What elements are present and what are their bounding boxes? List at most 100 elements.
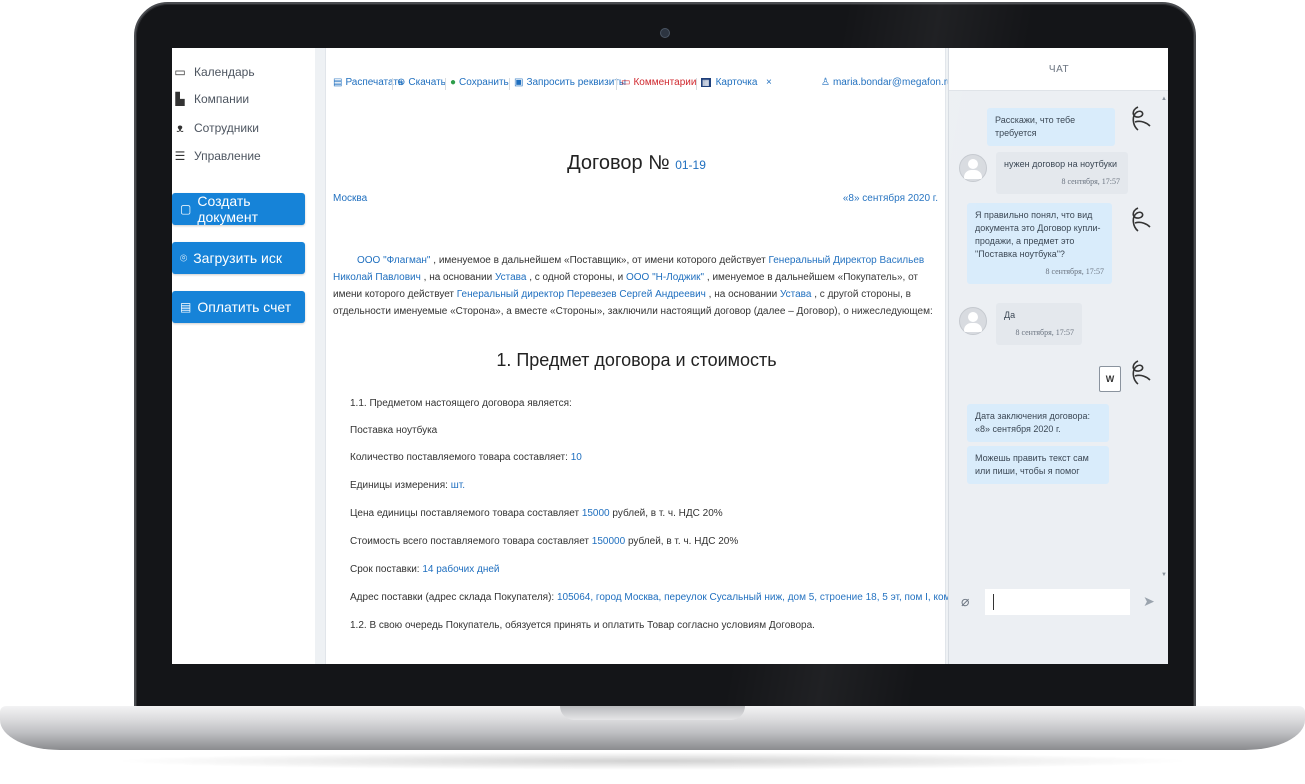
sidebar: ▭ Календарь ▙ Компании ᴥ Сотрудники ☰ Уп… [172, 48, 315, 664]
user-account[interactable]: ♙ maria.bondar@megafon.ru [821, 77, 953, 88]
toolbar-divider [616, 78, 617, 90]
create-document-button[interactable]: ▢ Создать документ [172, 193, 305, 225]
intro-text: , именуемое в дальнейшем «Поставщик», от… [430, 255, 769, 266]
chat-message-bot: Дата заключения договора: «8» сентября 2… [967, 404, 1109, 442]
text-caret [993, 594, 994, 610]
unit-line: Единицы измерения: шт. [350, 480, 465, 491]
request-details-button[interactable]: ▣ Запросить реквизиты [514, 77, 626, 88]
chat-message-time: 8 сентября, 17:57 [1045, 267, 1104, 276]
price-line: Цена единицы поставляемого товара состав… [350, 508, 723, 519]
nav-calendar[interactable]: ▭ Календарь [172, 62, 255, 82]
nav-management[interactable]: ☰ Управление [172, 146, 261, 166]
download-button[interactable]: ⊕ Скачать [397, 77, 446, 88]
bot-signature-icon [1132, 207, 1151, 232]
scroll-down-arrow-icon[interactable]: ▼ [1161, 572, 1167, 578]
total-line: Стоимость всего поставляемого товара сос… [350, 536, 738, 547]
contract-subject[interactable]: Поставка ноутбука [350, 425, 437, 436]
document-date[interactable]: «8» сентября 2020 г. [843, 193, 938, 204]
price-value[interactable]: 15000 [582, 508, 610, 519]
laptop-lip [560, 706, 745, 720]
laptop-shadow [110, 752, 1195, 770]
buyer-name[interactable]: ООО "Н-Лоджик" [626, 272, 704, 283]
chat-message-text: нужен договор на ноутбуки [1004, 159, 1118, 169]
intro-text: , на основании [420, 272, 495, 283]
intro-text: , на основании [705, 289, 780, 300]
chat-message-user: нужен договор на ноутбуки 8 сентября, 17… [996, 152, 1128, 194]
comments-button[interactable]: ▭ Комментарии [621, 77, 696, 88]
intro-text: , с одной стороны, и [526, 272, 626, 283]
price-label: Цена единицы поставляемого товара состав… [350, 508, 580, 519]
term-line: Срок поставки: 14 рабочих дней [350, 564, 500, 575]
create-document-label: Создать документ [197, 193, 258, 225]
buyer-basis[interactable]: Устава [780, 289, 811, 300]
nav-companies-label: Компании [194, 92, 250, 106]
save-button[interactable]: ● Сохранить [450, 77, 509, 88]
document-title: Договор № 01-19 [326, 152, 947, 175]
app-screen: ▭ Календарь ▙ Компании ᴥ Сотрудники ☰ Уп… [172, 48, 1168, 664]
quantity-line: Количество поставляемого товара составля… [350, 452, 582, 463]
total-label: Стоимость всего поставляемого товара сос… [350, 536, 590, 547]
document-number[interactable]: 01-19 [675, 158, 706, 172]
quantity-label: Количество поставляемого товара составля… [350, 452, 568, 463]
buyer-signatory[interactable]: Генеральный директор Перевезев Сергей Ан… [457, 289, 706, 300]
chat-message-bot: Можешь править текст сам или пиши, чтобы… [967, 446, 1109, 484]
print-label: Распечатать [345, 77, 404, 88]
address-value[interactable]: 105064, город Москва, переулок Сусальный… [557, 592, 964, 603]
laptop-mockup: ▭ Календарь ▙ Компании ᴥ Сотрудники ☰ Уп… [0, 0, 1305, 784]
building-icon: ▙ [175, 92, 185, 106]
download-label: Скачать [408, 77, 446, 88]
price-tail: рублей, в т. ч. НДС 20% [612, 508, 723, 519]
people-icon: ᴥ [176, 121, 184, 135]
request-details-label: Запросить реквизиты [526, 77, 627, 88]
supplier-basis[interactable]: Устава [495, 272, 526, 283]
word-file-icon[interactable]: W [1099, 366, 1121, 392]
close-label: × [766, 77, 772, 88]
calendar-icon: ▭ [174, 65, 186, 79]
toolbar-divider [445, 78, 446, 90]
nav-companies[interactable]: ▙ Компании [172, 89, 249, 109]
check-circle-icon: ● [450, 77, 457, 88]
nav-employees[interactable]: ᴥ Сотрудники [172, 118, 259, 138]
chat-header: ЧАТ [949, 48, 1168, 91]
nav-calendar-label: Календарь [194, 65, 255, 79]
upload-icon: ⌾ [180, 250, 188, 265]
chat-message-time: 8 сентября, 17:57 [1015, 328, 1074, 337]
request-icon: ▣ [514, 77, 524, 88]
chat-message-time: 8 сентября, 17:57 [1061, 177, 1120, 186]
send-icon[interactable]: ➤ [1143, 593, 1155, 610]
pay-invoice-label: Оплатить счет [197, 299, 292, 315]
comment-icon: ▭ [621, 77, 631, 88]
nav-employees-label: Сотрудники [194, 121, 259, 135]
toolbar-divider [509, 78, 510, 90]
unit-value[interactable]: шт. [451, 480, 465, 491]
document-city[interactable]: Москва [333, 193, 367, 204]
camera [660, 28, 670, 38]
total-value[interactable]: 150000 [592, 536, 625, 547]
pay-invoice-button[interactable]: ▤ Оплатить счет [172, 291, 305, 323]
scroll-up-arrow-icon[interactable]: ▲ [1161, 96, 1167, 102]
card-button[interactable]: ▦ Карточка [701, 77, 757, 88]
document-toolbar: ▤ Распечатать ⊕ Скачать ● Сохранить ▣ Запрос… [326, 48, 953, 108]
upload-claim-button[interactable]: ⌾ Загрузить иск [172, 242, 305, 274]
quantity-value[interactable]: 10 [571, 452, 582, 463]
clause-1-1: 1.1. Предметом настоящего договора являе… [350, 398, 572, 409]
supplier-name[interactable]: ООО "Флагман" [357, 255, 431, 266]
list-icon: ☰ [174, 149, 186, 163]
toolbar-divider [392, 78, 393, 90]
card-label: Карточка [715, 77, 758, 88]
bot-signature-icon [1132, 360, 1151, 385]
download-icon: ⊕ [397, 77, 406, 88]
document-icon: ▢ [180, 202, 192, 216]
comments-label: Комментарии [633, 77, 697, 88]
term-value[interactable]: 14 рабочих дней [422, 564, 499, 575]
print-icon: ▤ [333, 77, 343, 88]
user-icon: ♙ [821, 77, 830, 88]
user-avatar [959, 307, 987, 335]
close-button[interactable]: × [766, 77, 772, 88]
card-icon: ▦ [701, 78, 711, 87]
paperclip-icon[interactable]: ⌀ [961, 593, 969, 610]
chat-message-input[interactable] [985, 589, 1130, 615]
chat-message-text: Расскажи, что тебе требуется [995, 115, 1076, 138]
nav-management-label: Управление [194, 149, 261, 163]
toolbar-divider [696, 78, 697, 90]
